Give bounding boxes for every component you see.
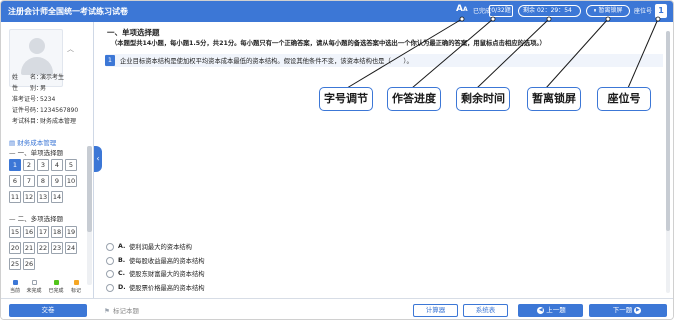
sidebar-collapse-button[interactable]: ‹: [94, 146, 102, 172]
arrow-left-icon: ◀: [537, 306, 545, 314]
pause-icon: ⏸: [593, 7, 597, 14]
multi-question-21[interactable]: 21: [23, 242, 35, 254]
multi-question-17[interactable]: 17: [37, 226, 49, 238]
submit-button[interactable]: 交卷: [9, 304, 87, 317]
single-question-5[interactable]: 5: [65, 159, 77, 171]
multi-question-18[interactable]: 18: [51, 226, 63, 238]
mark-question-button[interactable]: ⚑ 标记本题: [103, 305, 139, 315]
single-question-9[interactable]: 9: [51, 175, 63, 187]
radio-a[interactable]: [106, 242, 114, 251]
main-scroll-thumb[interactable]: [666, 31, 670, 231]
single-question-10[interactable]: 10: [65, 175, 77, 187]
multi-question-16[interactable]: 16: [23, 226, 35, 238]
single-question-12[interactable]: 12: [23, 191, 35, 203]
calculator-button[interactable]: 计算器: [413, 304, 458, 317]
header-bar: 注册会计师全国统一考试练习试卷 AA 已完成 0/32题 剩余 02：29：54…: [1, 1, 673, 22]
prev-button[interactable]: ◀ 上一题: [518, 304, 583, 317]
single-question-14[interactable]: 14: [51, 191, 63, 203]
info-admission: 准考证号：5234: [12, 96, 56, 103]
question-number: 1: [105, 55, 115, 66]
legend-current: 当前: [6, 280, 24, 294]
minus-icon: —: [9, 149, 16, 157]
single-question-2[interactable]: 2: [23, 159, 35, 171]
lock-screen-button[interactable]: ⏸ 暂离锁屏: [586, 5, 630, 17]
table-button[interactable]: 系统表: [463, 304, 508, 317]
timer: 剩余 02：29：54: [518, 5, 581, 17]
radio-d[interactable]: [106, 283, 114, 292]
legend-answered: 已完成: [47, 280, 65, 294]
info-name: 姓 名：演示考生: [12, 74, 65, 81]
section-description: （本题型共14小题，每小题1.5分，共21分。每小题只有一个正确答案，请从每小题…: [111, 40, 546, 47]
multi-choice-grid: 15 16 17 18 19 20 21 22 23 24 25 26: [9, 226, 77, 270]
multi-question-22[interactable]: 22: [37, 242, 49, 254]
option-d[interactable]: D. 使股票价格最高的资本结构: [106, 283, 205, 293]
category-title[interactable]: ▤ 财务成本管理: [9, 137, 56, 147]
seat-number: 1: [655, 4, 667, 18]
exam-window: 注册会计师全国统一考试练习试卷 AA 已完成 0/32题 剩余 02：29：54…: [0, 0, 674, 320]
avatar-icon: [29, 38, 45, 54]
legend-unanswered: 未完成: [25, 280, 43, 294]
single-choice-grid: 1 2 3 4 5 6 7 8 9 10 11 12 13 14: [9, 159, 77, 203]
section-multi-title[interactable]: — 二、多项选择题: [9, 213, 63, 223]
exam-title: 注册会计师全国统一考试练习试卷: [8, 7, 128, 16]
arrow-right-icon: ▶: [634, 306, 642, 314]
progress-value: 0/32题: [489, 5, 513, 17]
single-question-1[interactable]: 1: [9, 159, 21, 171]
single-question-8[interactable]: 8: [37, 175, 49, 187]
callout-seat: 座位号: [597, 87, 651, 111]
single-question-4[interactable]: 4: [51, 159, 63, 171]
minus-icon: —: [9, 215, 16, 223]
radio-c[interactable]: [106, 269, 114, 278]
single-question-6[interactable]: 6: [9, 175, 21, 187]
single-question-3[interactable]: 3: [37, 159, 49, 171]
callout-lock: 暂离锁屏: [527, 87, 581, 111]
single-question-13[interactable]: 13: [37, 191, 49, 203]
multi-question-20[interactable]: 20: [9, 242, 21, 254]
callout-progress: 作答进度: [387, 87, 441, 111]
callout-font-size: 字号调节: [319, 87, 373, 111]
option-c[interactable]: C. 使股东财富最大的资本结构: [106, 269, 205, 279]
info-gender: 性 别：男: [12, 85, 47, 92]
info-subject: 考试科目：财务成本管理: [12, 118, 77, 125]
multi-question-19[interactable]: 19: [65, 226, 77, 238]
font-size-icon[interactable]: AA: [456, 4, 468, 14]
timer-value: 02：29：54: [536, 7, 572, 14]
radio-b[interactable]: [106, 256, 114, 265]
legend-marked: 标记: [67, 280, 85, 294]
sidebar: ︿ 姓 名：演示考生 性 别：男 准考证号：5234 证件号码：12345678…: [1, 22, 94, 319]
next-button[interactable]: 下一题 ▶: [589, 304, 667, 317]
option-a[interactable]: A. 使利润最大的资本结构: [106, 242, 192, 252]
multi-question-25[interactable]: 25: [9, 258, 21, 270]
multi-question-15[interactable]: 15: [9, 226, 21, 238]
question-text: 企业目标资本结构是使加权平均资本成本最低的资本结构。假设其他条件不变，该资本结构…: [120, 58, 413, 65]
option-b[interactable]: B. 使每股收益最高的资本结构: [106, 256, 205, 266]
multi-question-24[interactable]: 24: [65, 242, 77, 254]
multi-question-23[interactable]: 23: [51, 242, 63, 254]
chevron-left-icon: ‹: [96, 154, 100, 163]
chevron-up-icon[interactable]: ︿: [67, 44, 74, 54]
single-question-7[interactable]: 7: [23, 175, 35, 187]
multi-question-26[interactable]: 26: [23, 258, 35, 270]
sidebar-scroll-thumb[interactable]: [87, 146, 92, 232]
info-id: 证件号码：1234567890: [12, 107, 79, 114]
seat-label: 座位号: [634, 8, 653, 15]
flag-icon: ⚑: [104, 307, 110, 315]
single-question-11[interactable]: 11: [9, 191, 21, 203]
document-icon: ▤: [9, 139, 16, 147]
timer-label: 剩余: [523, 7, 536, 14]
section-heading: 一、单项选择题: [107, 28, 160, 37]
section-single-title[interactable]: — 一、单项选择题: [9, 147, 63, 157]
callout-timer: 剩余时间: [456, 87, 510, 111]
